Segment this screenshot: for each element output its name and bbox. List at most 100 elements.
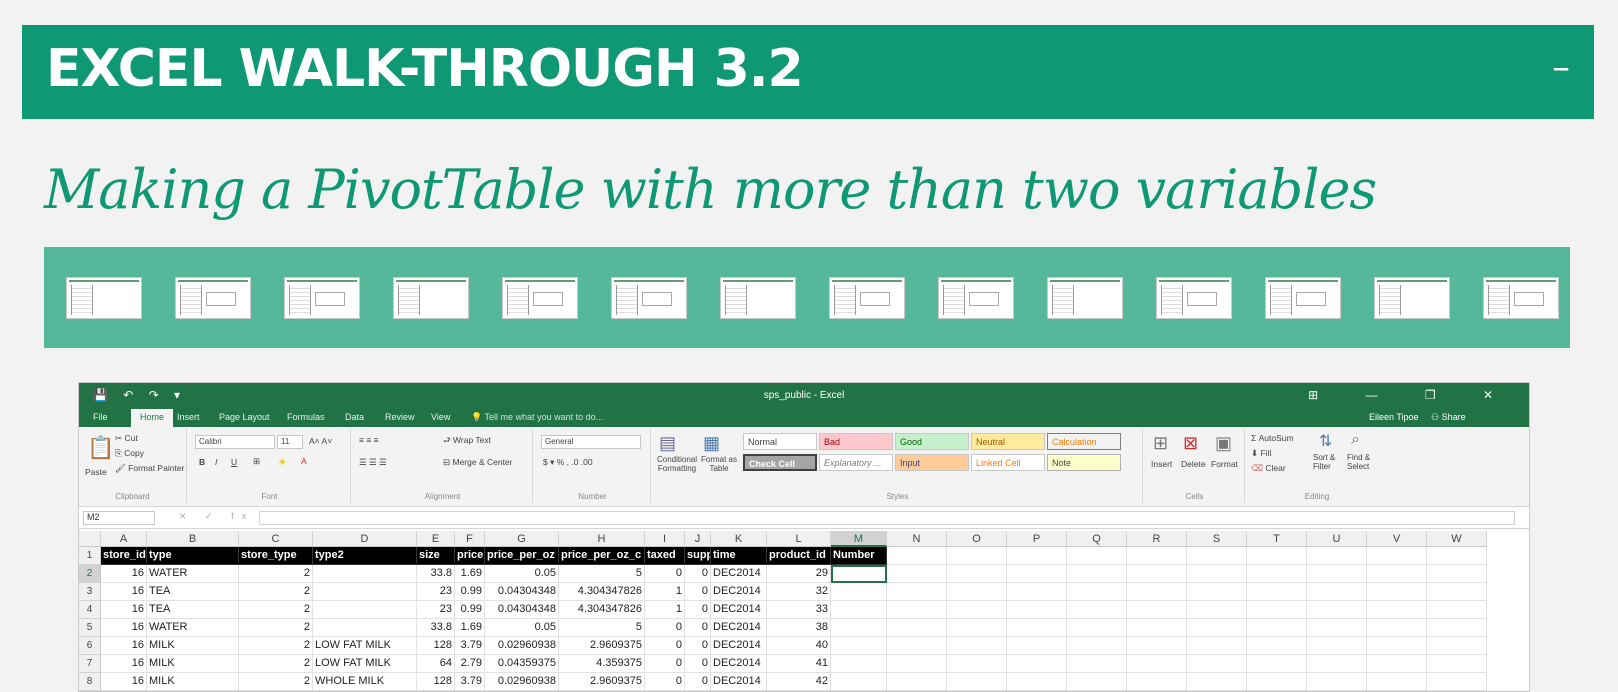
table-cell[interactable]: [887, 547, 947, 565]
slide-thumbnail[interactable]: [720, 276, 796, 319]
table-cell[interactable]: [1367, 583, 1427, 601]
table-cell[interactable]: 16: [101, 565, 147, 583]
delete-cells-icon[interactable]: ⊠: [1183, 433, 1198, 454]
table-cell[interactable]: 5: [559, 565, 645, 583]
table-cell[interactable]: MILK: [147, 673, 239, 691]
table-cell[interactable]: MILK: [147, 637, 239, 655]
select-all-corner[interactable]: [79, 531, 101, 547]
paste-icon[interactable]: 📋: [87, 435, 114, 461]
column-header-m[interactable]: M: [831, 531, 887, 547]
table-cell[interactable]: MILK: [147, 655, 239, 673]
border-icon[interactable]: ⊞: [253, 456, 260, 467]
table-cell[interactable]: [1247, 655, 1307, 673]
table-cell[interactable]: [1127, 619, 1187, 637]
table-cell[interactable]: 2: [239, 565, 313, 583]
table-cell[interactable]: 33.8: [417, 619, 455, 637]
header-cell[interactable]: price: [455, 547, 485, 565]
table-cell[interactable]: [1187, 619, 1247, 637]
row-header[interactable]: 7: [79, 655, 101, 673]
table-cell[interactable]: [1247, 565, 1307, 583]
find-icon[interactable]: ⌕: [1351, 431, 1360, 449]
table-cell[interactable]: DEC2014: [711, 637, 767, 655]
column-header-i[interactable]: I: [645, 531, 685, 547]
column-header-d[interactable]: D: [313, 531, 417, 547]
table-cell[interactable]: [947, 583, 1007, 601]
table-cell[interactable]: [1067, 601, 1127, 619]
table-cell[interactable]: 2: [239, 619, 313, 637]
table-cell[interactable]: [1247, 601, 1307, 619]
format-as-table-button[interactable]: Format as Table: [699, 455, 739, 473]
slide-thumbnail[interactable]: [502, 276, 578, 319]
table-cell[interactable]: 16: [101, 655, 147, 673]
table-cell[interactable]: [831, 601, 887, 619]
table-cell[interactable]: WATER: [147, 619, 239, 637]
table-cell[interactable]: 0: [685, 619, 711, 637]
header-cell[interactable]: product_id: [767, 547, 831, 565]
table-cell[interactable]: DEC2014: [711, 655, 767, 673]
table-cell[interactable]: [1127, 637, 1187, 655]
table-cell[interactable]: [1067, 655, 1127, 673]
header-cell[interactable]: store_type: [239, 547, 313, 565]
table-cell[interactable]: [1307, 583, 1367, 601]
table-cell[interactable]: 33.8: [417, 565, 455, 583]
table-cell[interactable]: [831, 583, 887, 601]
style-explanatory[interactable]: Explanatory ...: [819, 454, 893, 471]
table-cell[interactable]: [831, 655, 887, 673]
underline-button[interactable]: U: [231, 457, 237, 467]
table-cell[interactable]: [1427, 583, 1487, 601]
table-cell[interactable]: [1007, 637, 1067, 655]
table-cell[interactable]: [887, 583, 947, 601]
table-cell[interactable]: [1247, 583, 1307, 601]
table-cell[interactable]: [1247, 619, 1307, 637]
format-cells-icon[interactable]: ▣: [1215, 433, 1232, 454]
tab-data[interactable]: Data: [345, 412, 364, 422]
column-header-b[interactable]: B: [147, 531, 239, 547]
italic-button[interactable]: I: [215, 457, 217, 467]
table-cell[interactable]: 0.99: [455, 583, 485, 601]
slide-thumbnail[interactable]: [284, 276, 360, 319]
table-cell[interactable]: 16: [101, 673, 147, 691]
style-check-cell[interactable]: Check Cell: [743, 454, 817, 471]
table-cell[interactable]: [1067, 565, 1127, 583]
table-cell[interactable]: 23: [417, 583, 455, 601]
table-cell[interactable]: 0.02960938: [485, 673, 559, 691]
copy-button[interactable]: ⎘ Copy: [115, 448, 144, 459]
conditional-formatting-button[interactable]: Conditional Formatting: [655, 455, 699, 473]
table-cell[interactable]: 1: [645, 583, 685, 601]
table-cell[interactable]: [947, 565, 1007, 583]
column-header-e[interactable]: E: [417, 531, 455, 547]
table-cell[interactable]: 41: [767, 655, 831, 673]
table-cell[interactable]: [1127, 673, 1187, 691]
formula-input[interactable]: [259, 511, 1515, 525]
table-cell[interactable]: TEA: [147, 601, 239, 619]
header-cell[interactable]: supp: [685, 547, 711, 565]
table-cell[interactable]: [1247, 637, 1307, 655]
fill-button[interactable]: ⬇ Fill: [1251, 448, 1271, 459]
style-calculation[interactable]: Calculation: [1047, 433, 1121, 450]
table-cell[interactable]: [1067, 619, 1127, 637]
table-cell[interactable]: DEC2014: [711, 619, 767, 637]
table-cell[interactable]: 23: [417, 601, 455, 619]
table-cell[interactable]: 0: [645, 637, 685, 655]
table-cell[interactable]: 4.304347826: [559, 601, 645, 619]
table-cell[interactable]: 16: [101, 601, 147, 619]
table-cell[interactable]: 1.69: [455, 619, 485, 637]
font-size-select[interactable]: 11: [277, 435, 303, 449]
header-cell[interactable]: store_id: [101, 547, 147, 565]
table-cell[interactable]: [1127, 655, 1187, 673]
table-cell[interactable]: 0.02960938: [485, 637, 559, 655]
table-cell[interactable]: 3.79: [455, 637, 485, 655]
table-cell[interactable]: [313, 565, 417, 583]
column-header-w[interactable]: W: [1427, 531, 1487, 547]
table-cell[interactable]: [1007, 583, 1067, 601]
style-linked-cell[interactable]: Linked Cell: [971, 454, 1045, 471]
table-cell[interactable]: 5: [559, 619, 645, 637]
table-cell[interactable]: [1067, 673, 1127, 691]
column-header-s[interactable]: S: [1187, 531, 1247, 547]
table-cell[interactable]: 42: [767, 673, 831, 691]
table-cell[interactable]: [887, 673, 947, 691]
table-cell[interactable]: [947, 637, 1007, 655]
header-cell[interactable]: Number: [831, 547, 887, 565]
table-cell[interactable]: 4.359375: [559, 655, 645, 673]
slide-thumbnail[interactable]: [611, 276, 687, 319]
